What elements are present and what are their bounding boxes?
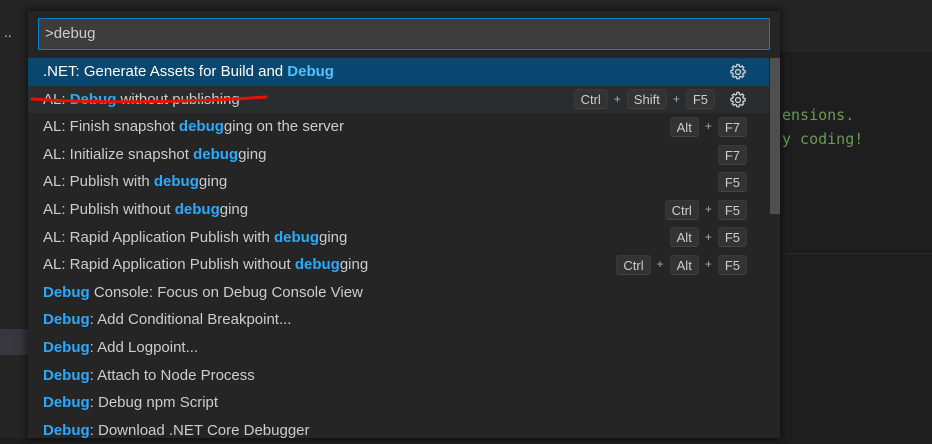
command-palette-input[interactable]: >debug (38, 18, 770, 50)
command-item[interactable]: AL: Rapid Application Publish with debug… (28, 224, 769, 252)
command-item[interactable]: .NET: Generate Assets for Build and Debu… (28, 58, 769, 86)
key-cap: F5 (717, 254, 747, 275)
keybinding: F7 (717, 141, 747, 169)
command-label-suffix: : Debug npm Script (89, 394, 219, 412)
command-item[interactable]: AL: Publish with debugging F5 (28, 168, 769, 196)
command-label-match: Debug (43, 421, 90, 439)
command-label-suffix: ging (318, 228, 348, 246)
command-item[interactable]: Debug: Debug npm Script (28, 389, 769, 417)
command-label-match: Debug (43, 366, 90, 384)
command-label-prefix: AL: Publish without (43, 200, 175, 218)
command-label-suffix: : Download .NET Core Debugger (89, 421, 310, 439)
command-label-match: debug (294, 256, 340, 274)
key-separator: + (613, 91, 621, 106)
command-item[interactable]: Debug Console: Focus on Debug Console Vi… (28, 279, 769, 307)
command-label-suffix: Console: Focus on Debug Console View (89, 283, 363, 301)
key-cap: Ctrl (573, 89, 608, 110)
key-cap: Alt (669, 254, 699, 275)
activity-sidebar (0, 0, 28, 438)
command-label-match: debug (153, 173, 199, 191)
sidebar-selected-item (0, 329, 28, 355)
command-label-suffix: ging on the server (223, 118, 344, 136)
keybinding: Ctrl + Shift + F5 (573, 86, 715, 114)
annotation-underline (30, 95, 268, 104)
command-label-prefix: AL: Publish with (43, 173, 154, 191)
command-list: .NET: Generate Assets for Build and Debu… (28, 58, 769, 444)
command-item[interactable]: AL: Rapid Application Publish without de… (28, 251, 769, 279)
editor-text-line-1: ensions. (782, 106, 855, 124)
scrollbar[interactable] (769, 58, 780, 438)
command-label-prefix: AL: Initialize snapshot (43, 145, 194, 163)
sidebar-ellipsis[interactable]: .. (4, 26, 12, 40)
command-label-prefix: AL: Finish snapshot (43, 118, 179, 136)
command-palette: >debug .NET: Generate Assets for Build a… (28, 11, 780, 439)
gear-icon[interactable] (729, 91, 747, 109)
editor-text-line-2: y coding! (782, 130, 864, 148)
command-label-suffix: ging (198, 173, 228, 191)
command-label-match: debug (273, 228, 319, 246)
command-label-match: Debug (43, 338, 90, 356)
command-label-match: debug (174, 200, 220, 218)
command-label-suffix: ging (219, 200, 249, 218)
command-label-match: Debug (43, 283, 90, 301)
command-label-match: Debug (43, 311, 90, 329)
keybinding: Alt + F5 (669, 224, 747, 252)
bottom-panel (782, 253, 932, 439)
command-label-suffix: ging (238, 145, 267, 163)
command-label-match: Debug (287, 63, 334, 80)
command-item[interactable]: Debug: Add Conditional Breakpoint... (28, 306, 769, 334)
key-cap: F7 (717, 144, 747, 165)
keybinding: F5 (717, 168, 747, 196)
key-cap: F5 (717, 227, 747, 248)
key-separator: + (672, 91, 680, 106)
command-item[interactable]: AL: Finish snapshot debugging on the ser… (28, 113, 769, 141)
key-cap: Alt (669, 116, 699, 137)
key-cap: Ctrl (616, 254, 651, 275)
command-item[interactable]: AL: Initialize snapshot debugging F7 (28, 141, 769, 169)
key-cap: F5 (717, 172, 747, 193)
command-item[interactable]: Debug: Add Logpoint... (28, 334, 769, 362)
key-cap: F5 (685, 89, 715, 110)
keybinding: Ctrl + Alt + F5 (616, 251, 747, 279)
command-item[interactable]: Debug: Download .NET Core Debugger (28, 417, 769, 444)
key-separator: + (704, 257, 712, 272)
keybinding: Alt + F7 (669, 113, 747, 141)
scrollbar-thumb[interactable] (770, 58, 780, 214)
command-label-match: debug (178, 118, 224, 136)
key-separator: + (704, 119, 712, 134)
key-cap: Shift (626, 89, 667, 110)
command-item[interactable]: AL: Publish without debugging Ctrl + F5 (28, 196, 769, 224)
command-label-match: debug (193, 145, 239, 163)
key-cap: Ctrl (664, 199, 699, 220)
command-label-suffix: : Attach to Node Process (89, 366, 255, 384)
command-label-suffix: : Add Conditional Breakpoint... (89, 311, 292, 329)
key-separator: + (704, 201, 712, 216)
command-label-suffix: : Add Logpoint... (89, 338, 199, 356)
command-label-prefix: .NET: Generate Assets for Build and (43, 63, 288, 80)
command-item[interactable]: Debug: Attach to Node Process (28, 362, 769, 390)
key-separator: + (704, 229, 712, 244)
command-label-suffix: ging (339, 256, 369, 274)
command-label-match: Debug (43, 394, 90, 412)
key-cap: F7 (717, 116, 747, 137)
key-cap: F5 (717, 199, 747, 220)
key-separator: + (656, 257, 664, 272)
key-cap: Alt (669, 227, 699, 248)
command-label-prefix: AL: Rapid Application Publish without (43, 256, 295, 274)
gear-icon[interactable] (729, 63, 747, 81)
keybinding: Ctrl + F5 (664, 196, 747, 224)
command-label-prefix: AL: Rapid Application Publish with (43, 228, 274, 246)
